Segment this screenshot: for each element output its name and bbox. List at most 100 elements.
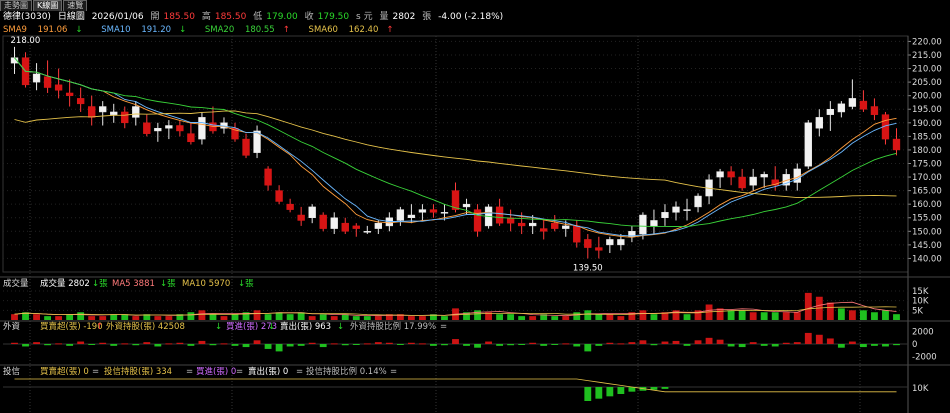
volume-bar-54: [606, 314, 614, 320]
volume-bar-27: [308, 316, 316, 320]
foreign-bar-71: [793, 342, 801, 344]
candle-body-11: [132, 106, 140, 118]
candle-8: [99, 101, 107, 126]
foreign-bar-63: [705, 337, 713, 344]
candle-49: [551, 215, 559, 232]
candle-body-41: [462, 203, 471, 208]
foreign-bar-25: [286, 344, 294, 347]
foreign-bar-76: [848, 341, 856, 344]
candle-15: [176, 120, 184, 137]
candle-body-48: [540, 228, 548, 232]
volume-bar-5: [66, 314, 74, 320]
foreign-bar-8: [99, 342, 107, 344]
candle-35: [396, 206, 405, 226]
trust-bar-59: [661, 387, 669, 389]
candle-17: [198, 111, 206, 145]
volume-bar-76: [848, 310, 856, 320]
trust-legend-8: =: [296, 367, 303, 377]
price-tick-label-4: 200.00: [912, 92, 942, 102]
trust-legend-0: 投信: [3, 366, 21, 377]
foreign-legend-9: 外資持股比例 17.99%: [350, 321, 436, 332]
foreign-bar-23: [264, 344, 272, 349]
candle-31: [352, 223, 360, 237]
candle-58: [650, 209, 658, 235]
candle-80: [892, 128, 901, 156]
candle-72: [804, 120, 812, 169]
candle-body-80: [892, 138, 901, 151]
foreign-bar-40: [452, 339, 459, 344]
candle-body-21: [242, 138, 250, 156]
candle-body-25: [286, 203, 294, 210]
volume-bar-32: [363, 316, 371, 320]
volume-bar-36: [407, 316, 415, 320]
foreign-legend-6: ↓: [268, 322, 275, 332]
candle-body-47: [529, 222, 537, 227]
candle-1: [21, 52, 30, 88]
candle-23: [264, 166, 272, 191]
foreign-bar-18: [209, 344, 217, 346]
volume-bar-18: [209, 314, 217, 320]
foreign-bar-52: [584, 344, 592, 352]
volume-bar-20: [231, 314, 239, 320]
volume-bar-77: [859, 310, 867, 320]
low-price-marker: 139.50: [573, 263, 603, 273]
candle-74: [826, 101, 835, 131]
candle-37: [418, 204, 427, 221]
candle-13: [154, 122, 162, 142]
volume-bar-2: [33, 314, 40, 320]
volume-bar-14: [165, 316, 173, 320]
candle-body-10: [121, 111, 129, 124]
foreign-bar-30: [341, 344, 349, 346]
candle-body-16: [187, 133, 195, 143]
candle-body-39: [440, 212, 449, 214]
foreign-bar-65: [727, 344, 735, 347]
candle-44: [495, 198, 504, 226]
candle-38: [429, 204, 438, 218]
price-tick-label-0: 220.00: [912, 37, 942, 47]
trust-bar-52: [584, 387, 592, 401]
volume-bar-79: [882, 310, 889, 320]
trust-bar-54: [606, 387, 614, 397]
candle-body-35: [396, 209, 405, 221]
volume-bar-46: [518, 316, 526, 320]
candle-32: [363, 225, 371, 235]
foreign-bar-53: [595, 344, 603, 346]
candle-65: [727, 166, 735, 186]
foreign-tick-label-2: -2000: [912, 352, 937, 362]
foreign-bar-58: [650, 344, 658, 346]
volume-panel-title: 成交量: [3, 278, 29, 289]
chart-canvas[interactable]: 220.00 215.00 210.00 205.00 200.00 195.00 190.…: [0, 0, 950, 413]
foreign-bar-39: [441, 344, 448, 346]
candle-body-67: [749, 176, 757, 186]
candle-body-46: [517, 222, 526, 227]
volume-bar-50: [562, 316, 570, 320]
candle-body-52: [584, 239, 592, 248]
volume-bar-0: [11, 314, 18, 320]
foreign-bar-38: [430, 344, 437, 346]
volume-bar-7: [88, 316, 96, 320]
foreign-bar-5: [66, 344, 74, 346]
volume-bar-71: [793, 312, 801, 320]
volume-bar-42: [474, 310, 481, 320]
price-tick-label-6: 190.00: [912, 119, 942, 129]
foreign-bar-50: [562, 343, 570, 345]
candle-54: [606, 236, 614, 254]
foreign-legend-0: 外資: [3, 321, 20, 332]
foreign-bar-26: [297, 344, 305, 346]
candle-53: [595, 236, 603, 259]
volume-bar-74: [826, 302, 834, 320]
foreign-bar-46: [518, 344, 526, 345]
foreign-bar-19: [220, 343, 228, 345]
price-tick-label-16: 140.00: [912, 254, 942, 264]
trust-legend-7: 賣出(張) 0: [248, 366, 288, 377]
price-tick-label-10: 170.00: [912, 173, 942, 183]
trust-legend-3: 投信持股(張) 334: [104, 366, 172, 377]
volume-bar-8: [99, 316, 107, 320]
foreign-bar-22: [253, 340, 261, 344]
price-tick-label-2: 210.00: [912, 65, 942, 75]
trust-legend-2: =: [92, 367, 99, 377]
foreign-bar-15: [176, 342, 184, 344]
price-tick-label-9: 175.00: [912, 159, 942, 169]
candle-body-64: [716, 171, 724, 178]
volume-bar-29: [330, 316, 338, 320]
